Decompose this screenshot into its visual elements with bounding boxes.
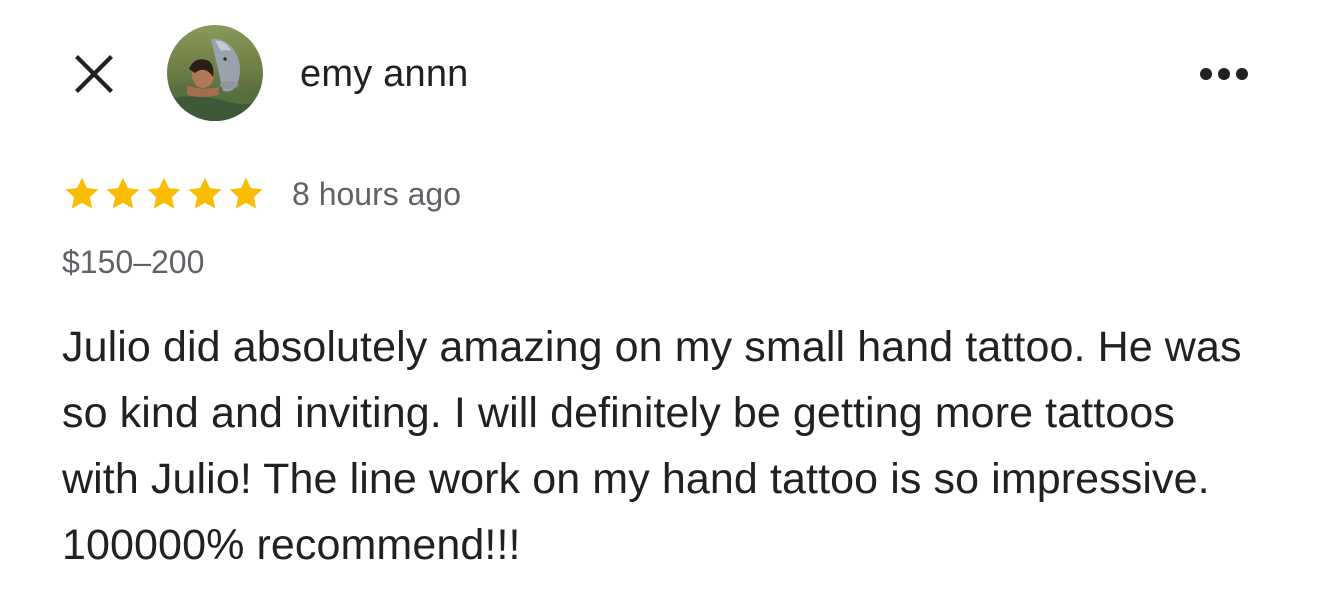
- avatar[interactable]: [167, 25, 263, 121]
- reviewer-name[interactable]: emy annn: [300, 52, 468, 96]
- star-icon: [103, 174, 143, 214]
- star-icon: [226, 174, 266, 214]
- review-time: 8 hours ago: [292, 176, 462, 212]
- close-icon: [75, 55, 113, 93]
- star-icon: [62, 174, 102, 214]
- review-body: Julio did absolutely amazing on my small…: [62, 323, 1242, 569]
- rating-row: 8 hours ago: [62, 172, 461, 216]
- close-button[interactable]: [66, 46, 122, 102]
- review-detail-page: emy annn 8 hours ago $150–200 Julio did …: [0, 0, 1320, 613]
- review-header: emy annn: [0, 0, 1320, 150]
- star-rating: [62, 174, 266, 214]
- more-options-button[interactable]: [1196, 56, 1252, 92]
- star-icon: [185, 174, 225, 214]
- price-range: $150–200: [62, 244, 205, 280]
- more-horizontal-icon: [1200, 68, 1248, 80]
- avatar-photo: [167, 25, 263, 121]
- star-icon: [144, 174, 184, 214]
